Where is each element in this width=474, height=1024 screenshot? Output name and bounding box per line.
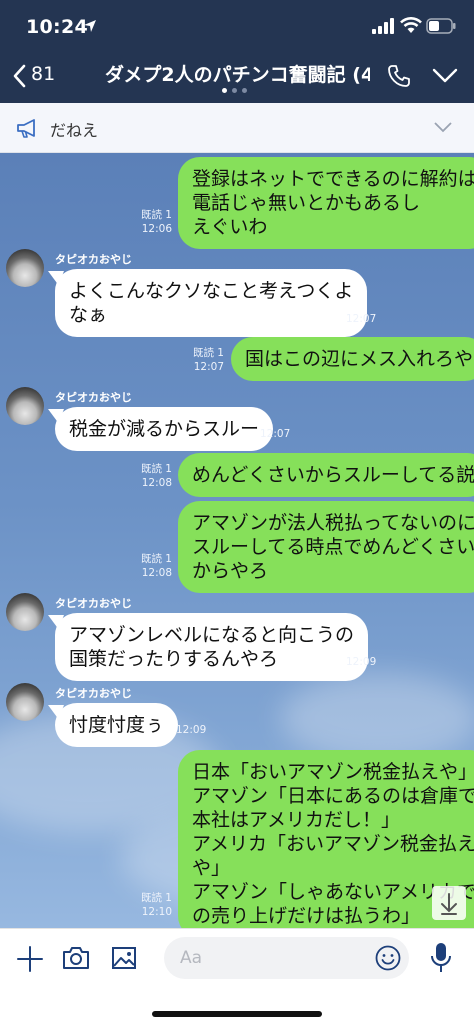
phone-icon[interactable] bbox=[387, 64, 411, 88]
arrow-down-icon bbox=[441, 893, 457, 915]
read-receipt: 既読 1 12:07 bbox=[192, 347, 224, 373]
read-receipt: 既読 1 12:08 bbox=[140, 553, 172, 579]
microphone-icon[interactable] bbox=[431, 942, 451, 974]
message-input-bar bbox=[0, 928, 474, 1024]
message-bubble-outgoing[interactable]: アマゾンが法人税払ってないのに スルーしてる時点でめんどくさい からやろ bbox=[178, 501, 474, 593]
scroll-to-bottom-button[interactable] bbox=[432, 886, 466, 920]
status-time: 10:24 bbox=[26, 16, 88, 38]
location-arrow-icon bbox=[84, 20, 96, 32]
sender-name: タピオカおやじ bbox=[55, 687, 132, 700]
expand-chevron-icon[interactable] bbox=[434, 122, 452, 133]
announcement-text: だねえ bbox=[50, 121, 99, 140]
read-receipt: 既読 1 12:06 bbox=[140, 209, 172, 235]
cellular-signal-icon bbox=[372, 18, 394, 34]
message-bubble-incoming[interactable]: 税金が減るからスルー bbox=[55, 407, 274, 451]
avatar[interactable] bbox=[6, 249, 44, 287]
status-bar: 10:24 bbox=[0, 0, 474, 52]
read-receipt: 既読 1 12:08 bbox=[140, 463, 172, 489]
back-unread-count[interactable]: 81 bbox=[31, 63, 55, 85]
message-time: 12:09 bbox=[346, 656, 377, 668]
message-time: 12:07 bbox=[346, 313, 377, 325]
read-receipt: 既読 1 12:10 bbox=[140, 892, 172, 918]
message-bubble-outgoing[interactable]: 日本「おいアマゾン税金払えや」 アマゾン「日本にあるのは倉庫で 本社はアメリカだし！… bbox=[178, 750, 474, 928]
avatar[interactable] bbox=[6, 683, 44, 721]
message-time: 12:09 bbox=[176, 724, 207, 736]
emoji-icon[interactable] bbox=[375, 945, 401, 971]
message-bubble-outgoing[interactable]: めんどくさいからスルーしてる説 bbox=[178, 453, 474, 497]
announcement-bar[interactable]: だねえ bbox=[0, 103, 474, 153]
sender-name: タピオカおやじ bbox=[55, 597, 132, 610]
home-indicator bbox=[152, 1011, 322, 1017]
message-time: 12:07 bbox=[260, 428, 291, 440]
back-chevron-icon[interactable] bbox=[12, 64, 26, 88]
chat-title[interactable]: ダメプ2人のパチンコ奮闘記 (4) bbox=[105, 60, 370, 87]
avatar[interactable] bbox=[6, 387, 44, 425]
message-bubble-outgoing[interactable]: 国はこの辺にメス入れろや bbox=[231, 337, 474, 381]
image-icon[interactable] bbox=[111, 945, 137, 971]
page-indicator bbox=[222, 88, 252, 94]
avatar[interactable] bbox=[6, 593, 44, 631]
message-bubble-incoming[interactable]: アマゾンレベルになると向こうの 国策だったりするんやろ bbox=[55, 613, 369, 681]
sender-name: タピオカおやじ bbox=[55, 253, 132, 266]
menu-chevron-down-icon[interactable] bbox=[432, 68, 458, 84]
message-bubble-incoming[interactable]: よくこんなクソなこと考えつくよ なぁ bbox=[55, 269, 368, 337]
message-input[interactable] bbox=[164, 937, 409, 979]
message-bubble-outgoing[interactable]: 登録はネットでできるのに解約は 電話じゃ無いとかもあるし えぐいわ bbox=[178, 157, 474, 249]
plus-icon[interactable] bbox=[16, 945, 44, 973]
megaphone-icon bbox=[17, 119, 35, 138]
sender-name: タピオカおやじ bbox=[55, 391, 132, 404]
battery-icon bbox=[426, 18, 456, 34]
message-bubble-incoming[interactable]: 忖度忖度ぅ bbox=[55, 703, 179, 747]
chat-header: 10:24 81 ダメプ2人のパチンコ奮闘記 (4) bbox=[0, 0, 474, 103]
wifi-icon bbox=[400, 17, 422, 33]
nav-bar: 81 ダメプ2人のパチンコ奮闘記 (4) bbox=[0, 52, 474, 103]
camera-icon[interactable] bbox=[62, 945, 90, 971]
chat-area[interactable]: 既読 1 12:06 登録はネットでできるのに解約は 電話じゃ無いとかもあるし えぐい… bbox=[0, 153, 474, 928]
